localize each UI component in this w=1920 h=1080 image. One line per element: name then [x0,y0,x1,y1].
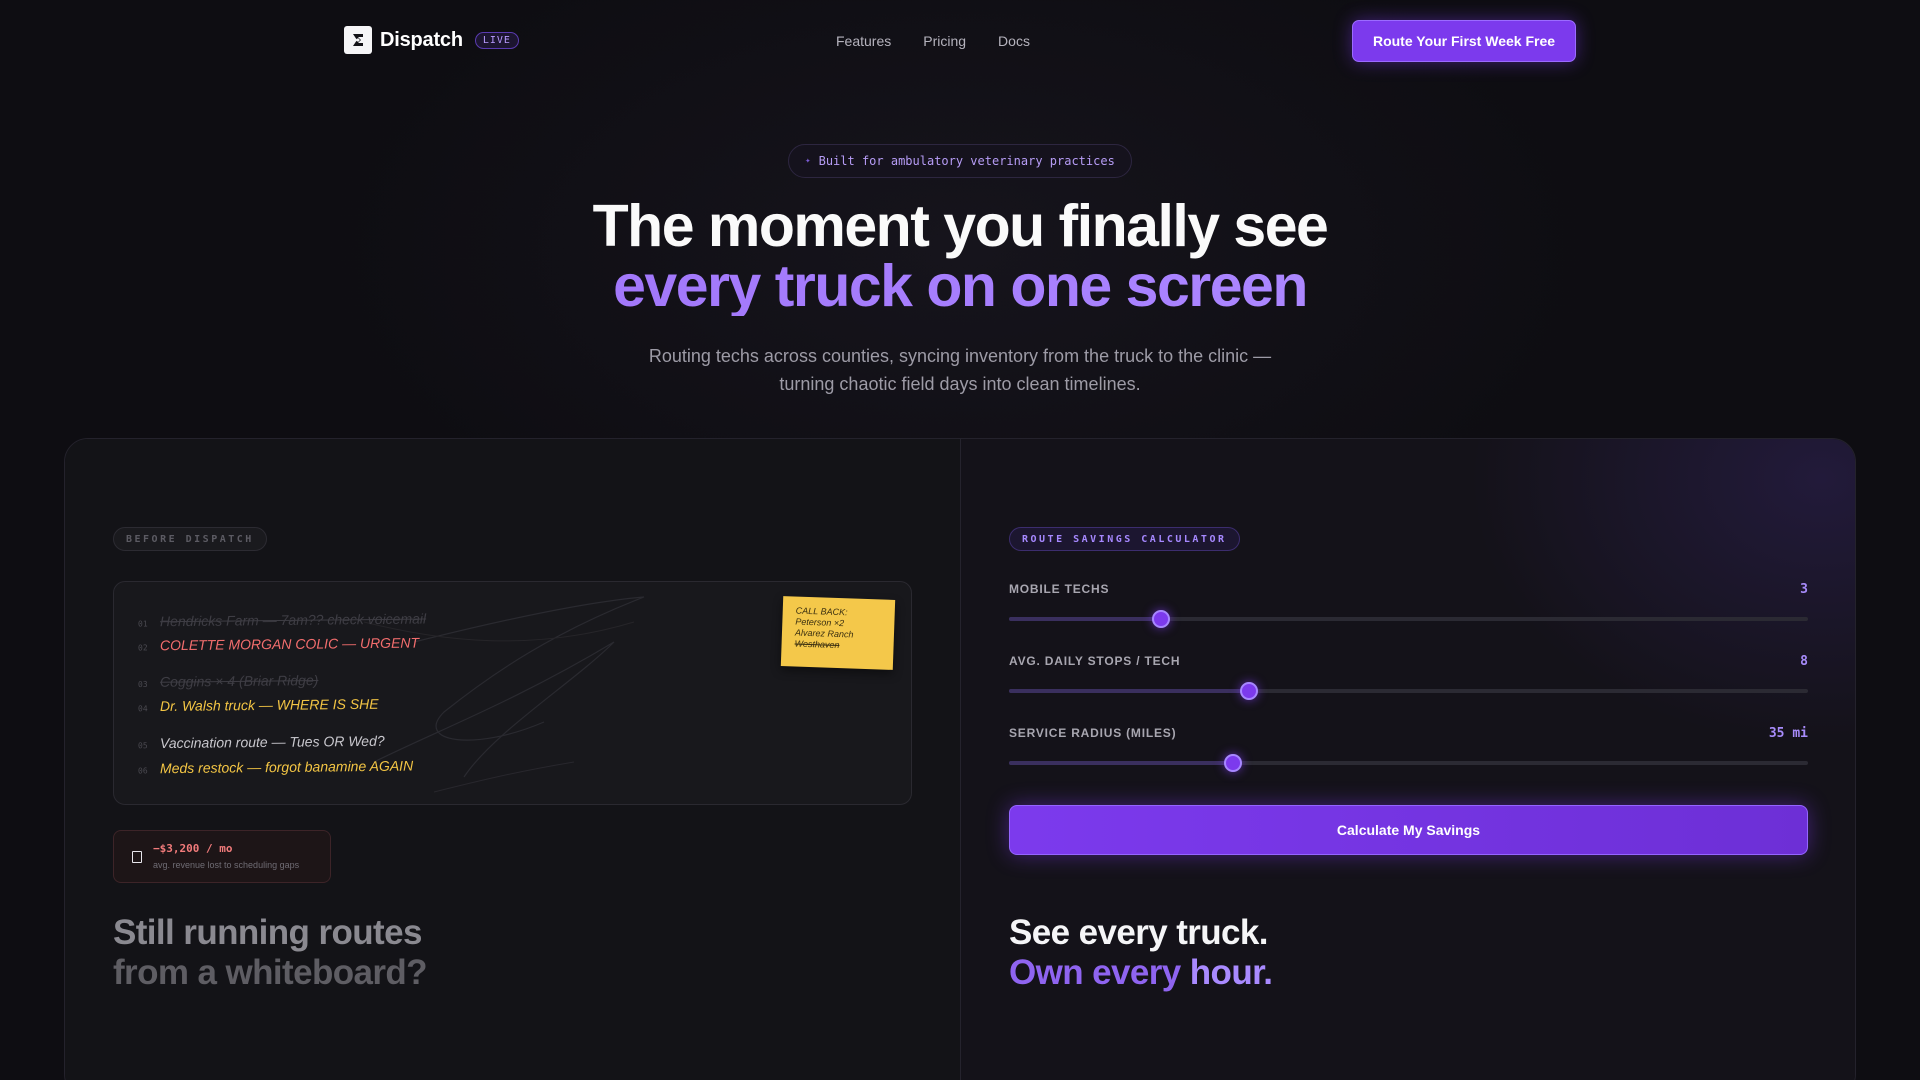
whiteboard-item-number: 03 [137,679,148,689]
whiteboard-item-text: Dr. Walsh truck — WHERE IS SHE [159,695,379,715]
nav-link-features[interactable]: Features [836,33,891,49]
brand-name: Dispatch [380,28,463,51]
slider-track[interactable] [1009,754,1808,772]
slider-track[interactable] [1009,682,1808,700]
calculator-section: ROUTE SAVINGS CALCULATOR MOBILE TECHS 3 … [961,439,1855,1080]
nav-links: Features Pricing Docs [836,33,1030,49]
hero-title-line2: every truck on one screen [0,256,1920,316]
before-dispatch-tag: BEFORE DISPATCH [113,527,267,551]
whiteboard-item: 01 Hendricks Farm — 7am?? check voicemai… [138,610,426,629]
sticky-note-line: Westhaven [794,638,840,651]
before-heading-line1: Still running routes [113,913,422,952]
whiteboard-item-number: 01 [137,619,148,629]
whiteboard-item-number: 05 [137,741,148,751]
after-heading-line2: Own every hour. [1009,953,1273,993]
whiteboard-item-text: Coggins × 4 (Briar Ridge) [159,672,319,690]
slider-fill [1009,689,1249,693]
live-badge: LIVE [474,31,519,49]
slider-value: 35 mi [1768,726,1808,741]
route-first-week-button[interactable]: Route Your First Week Free [1352,20,1576,62]
slider-label: MOBILE TECHS [1009,582,1110,596]
slider-value: 3 [1800,582,1808,597]
whiteboard-item-text: Meds restock — forgot banamine AGAIN [159,757,414,777]
sticky-note: CALL BACK: Peterson ×2 Alvarez Ranch Wes… [780,596,896,670]
audience-pill: ✦ Built for ambulatory veterinary practi… [788,144,1132,178]
slider-value: 8 [1800,654,1808,669]
whiteboard-item-number: 06 [137,766,148,776]
mobile-techs-slider: MOBILE TECHS 3 [1009,582,1808,632]
top-nav: Dispatch LIVE Features Pricing Docs Rout… [344,20,1576,62]
comparison-panel: BEFORE DISPATCH 01 Hendricks Farm — 7am?… [64,438,1856,1080]
whiteboard-item-text: Vaccination route — Tues OR Wed? [159,732,385,752]
whiteboard-item-text: COLETTE MORGAN COLIC — URGENT [159,634,420,654]
whiteboard-item: 03 Coggins × 4 (Briar Ridge) [137,672,319,690]
nav-link-docs[interactable]: Docs [998,33,1030,49]
revenue-loss-caption: avg. revenue lost to scheduling gaps [153,860,300,870]
after-heading-line2-start: Own every [1009,953,1190,992]
whiteboard-item-text: Hendricks Farm — 7am?? check voicemail [159,610,427,630]
dispatch-logo-icon [344,26,372,54]
brand-logo[interactable]: Dispatch LIVE [344,26,519,54]
slider-label: SERVICE RADIUS (MILES) [1009,726,1177,740]
slider-thumb[interactable] [1239,682,1258,700]
slider-thumb[interactable] [1151,610,1170,628]
slider-track[interactable] [1009,610,1808,628]
service-radius-slider: SERVICE RADIUS (MILES) 35 mi [1009,726,1808,776]
after-heading: See every truck. Own every hour. [1009,913,1273,993]
before-heading: Still running routes from a whiteboard? [113,913,428,993]
whiteboard-item: 02 COLETTE MORGAN COLIC — URGENT [138,635,419,654]
daily-stops-slider: AVG. DAILY STOPS / TECH 8 [1009,654,1808,704]
nav-link-pricing[interactable]: Pricing [923,33,966,49]
after-heading-line2-end: hour. [1189,953,1273,992]
whiteboard-item-number: 02 [137,643,148,653]
revenue-loss-value: −$3,200 / mo [153,842,233,855]
hero-title-line1: The moment you finally see [592,193,1329,259]
sparkle-icon: ✦ [805,156,811,166]
whiteboard-item-number: 04 [137,704,148,714]
whiteboard-card: 01 Hendricks Farm — 7am?? check voicemai… [113,581,912,805]
hero-subtitle: Routing techs across counties, syncing i… [648,346,1272,394]
calculate-savings-button[interactable]: Calculate My Savings [1009,805,1808,855]
slider-fill [1009,617,1161,621]
hero-title: The moment you finally see every truck o… [0,196,1920,316]
before-heading-line2: from a whiteboard? [113,953,428,992]
route-savings-calculator-tag: ROUTE SAVINGS CALCULATOR [1009,527,1240,551]
slider-thumb[interactable] [1223,754,1242,772]
whiteboard-item: 05 Vaccination route — Tues OR Wed? [138,733,385,752]
slider-fill [1009,761,1233,765]
audience-pill-text: Built for ambulatory veterinary practice… [818,154,1115,168]
whiteboard-item: 06 Meds restock — forgot banamine AGAIN [138,758,413,777]
revenue-loss-card: −$3,200 / mo avg. revenue lost to schedu… [113,830,331,883]
whiteboard-item: 04 Dr. Walsh truck — WHERE IS SHE [138,696,379,715]
receipt-icon [132,851,142,863]
before-section: BEFORE DISPATCH 01 Hendricks Farm — 7am?… [65,439,960,1080]
after-heading-line1: See every truck. [1009,913,1269,952]
slider-label: AVG. DAILY STOPS / TECH [1009,654,1181,668]
